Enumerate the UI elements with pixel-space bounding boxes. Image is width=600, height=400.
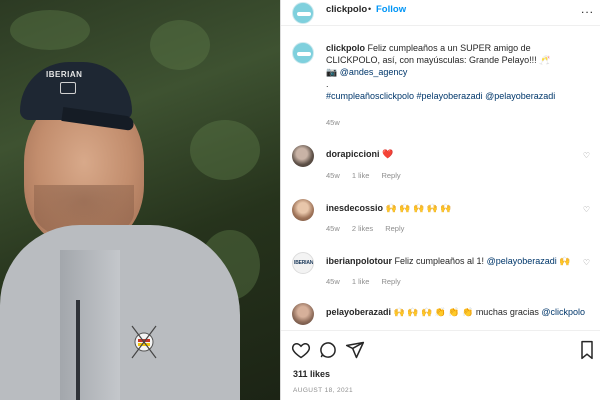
author-username[interactable]: clickpolo	[326, 4, 367, 15]
comment-time[interactable]: 45w	[326, 277, 340, 286]
heart-icon[interactable]	[291, 340, 311, 360]
comment-item: IBERIAN iberianpolotour Feliz cumpleaños…	[281, 250, 600, 290]
cap-logo-text: IBERIAN	[46, 70, 83, 79]
reply-button[interactable]: Reply	[385, 224, 404, 233]
hoodie-zipper	[76, 300, 80, 400]
person-hoodie	[0, 225, 240, 400]
comment-icon[interactable]	[318, 340, 338, 360]
post-side-panel: clickpolo • Follow ... clickpolo Feliz c…	[281, 0, 600, 400]
hedge-texture	[150, 20, 210, 70]
comment-like-icon[interactable]: ♡	[583, 151, 590, 160]
comment-text: muchas gracias	[475, 307, 539, 317]
comment-emoji: 🙌	[559, 256, 571, 266]
reply-button[interactable]: Reply	[381, 171, 400, 180]
comment-text: Feliz cumpleaños al 1!	[394, 256, 485, 266]
comment-time[interactable]: 45w	[326, 224, 340, 233]
caption-body: clickpolo Feliz cumpleaños a un SUPER am…	[326, 42, 586, 102]
post-actions: 311 likes AUGUST 18, 2021	[281, 330, 600, 400]
share-icon[interactable]	[345, 340, 365, 360]
hoodie-shade	[60, 250, 120, 400]
comment-body: pelayoberazadi 🙌 🙌 🙌 👏 👏 👏 muchas gracia…	[326, 306, 586, 318]
comment-mention[interactable]: @clickpolo	[541, 307, 585, 317]
post-photo[interactable]: IBERIAN	[0, 0, 280, 400]
author-avatar[interactable]	[292, 2, 314, 24]
cap-crest-icon	[60, 82, 76, 94]
comment-body: dorapiccioni ❤️	[326, 148, 586, 160]
comment-item: pelayoberazadi 🙌 🙌 🙌 👏 👏 👏 muchas gracia…	[281, 302, 600, 328]
follow-button[interactable]: Follow	[376, 4, 406, 15]
hedge-texture	[190, 120, 260, 180]
header-separator: •	[368, 4, 372, 14]
comment-mention[interactable]: @pelayoberazadi	[487, 256, 557, 266]
comment-meta: 45w 2 likes Reply	[326, 224, 414, 233]
caption-dot: .	[326, 79, 329, 89]
commenter-avatar[interactable]	[292, 303, 314, 325]
comment-like-icon[interactable]: ♡	[583, 258, 590, 267]
caption-hashtags[interactable]: #cumpleañosclickpolo #pelayoberazadi @pe…	[326, 91, 555, 101]
save-icon[interactable]	[580, 340, 594, 360]
likes-count[interactable]: 311 likes	[293, 369, 330, 379]
reply-button[interactable]: Reply	[381, 277, 400, 286]
hedge-texture	[10, 10, 90, 50]
more-options-icon[interactable]: ...	[581, 2, 594, 16]
post-date[interactable]: AUGUST 18, 2021	[293, 387, 353, 394]
comment-username[interactable]: iberianpolotour	[326, 256, 392, 266]
caption-time[interactable]: 45w	[326, 118, 340, 127]
commenter-avatar[interactable]	[292, 199, 314, 221]
chest-logo-icon	[131, 325, 157, 359]
comment-username[interactable]: dorapiccioni	[326, 149, 380, 159]
comment-item: inesdecossio 🙌 🙌 🙌 🙌 🙌 45w 2 likes Reply…	[281, 197, 600, 237]
comment-username[interactable]: pelayoberazadi	[326, 307, 391, 317]
commenter-avatar[interactable]: IBERIAN	[292, 252, 314, 274]
commenter-avatar[interactable]	[292, 145, 314, 167]
comment-time[interactable]: 45w	[326, 171, 340, 180]
comment-emoji: 🙌 🙌 🙌 👏 👏 👏	[393, 307, 474, 317]
comment-username[interactable]: inesdecossio	[326, 203, 383, 213]
comment-meta: 45w 1 like Reply	[326, 277, 411, 286]
caption-meta: 45w	[326, 118, 350, 127]
post-header: clickpolo • Follow ...	[281, 0, 600, 26]
comment-likes[interactable]: 1 like	[352, 171, 370, 180]
avatar-brand-text: IBERIAN	[294, 260, 314, 266]
comment-body: inesdecossio 🙌 🙌 🙌 🙌 🙌	[326, 202, 586, 214]
agency-mention[interactable]: @andes_agency	[340, 67, 408, 77]
comment-item: dorapiccioni ❤️ 45w 1 like Reply ♡	[281, 143, 600, 183]
camera-emoji: 📷	[326, 67, 338, 77]
comment-emoji: ❤️	[382, 149, 394, 159]
comment-likes[interactable]: 2 likes	[352, 224, 373, 233]
caption-avatar[interactable]	[292, 42, 314, 64]
comment-likes[interactable]: 1 like	[352, 277, 370, 286]
caption-username[interactable]: clickpolo	[326, 43, 365, 53]
comment-body: iberianpolotour Feliz cumpleaños al 1! @…	[326, 255, 586, 267]
comment-like-icon[interactable]: ♡	[583, 205, 590, 214]
comment-emoji: 🙌 🙌 🙌 🙌 🙌	[385, 203, 452, 213]
comment-meta: 45w 1 like Reply	[326, 171, 411, 180]
post-caption: clickpolo Feliz cumpleaños a un SUPER am…	[281, 40, 600, 130]
